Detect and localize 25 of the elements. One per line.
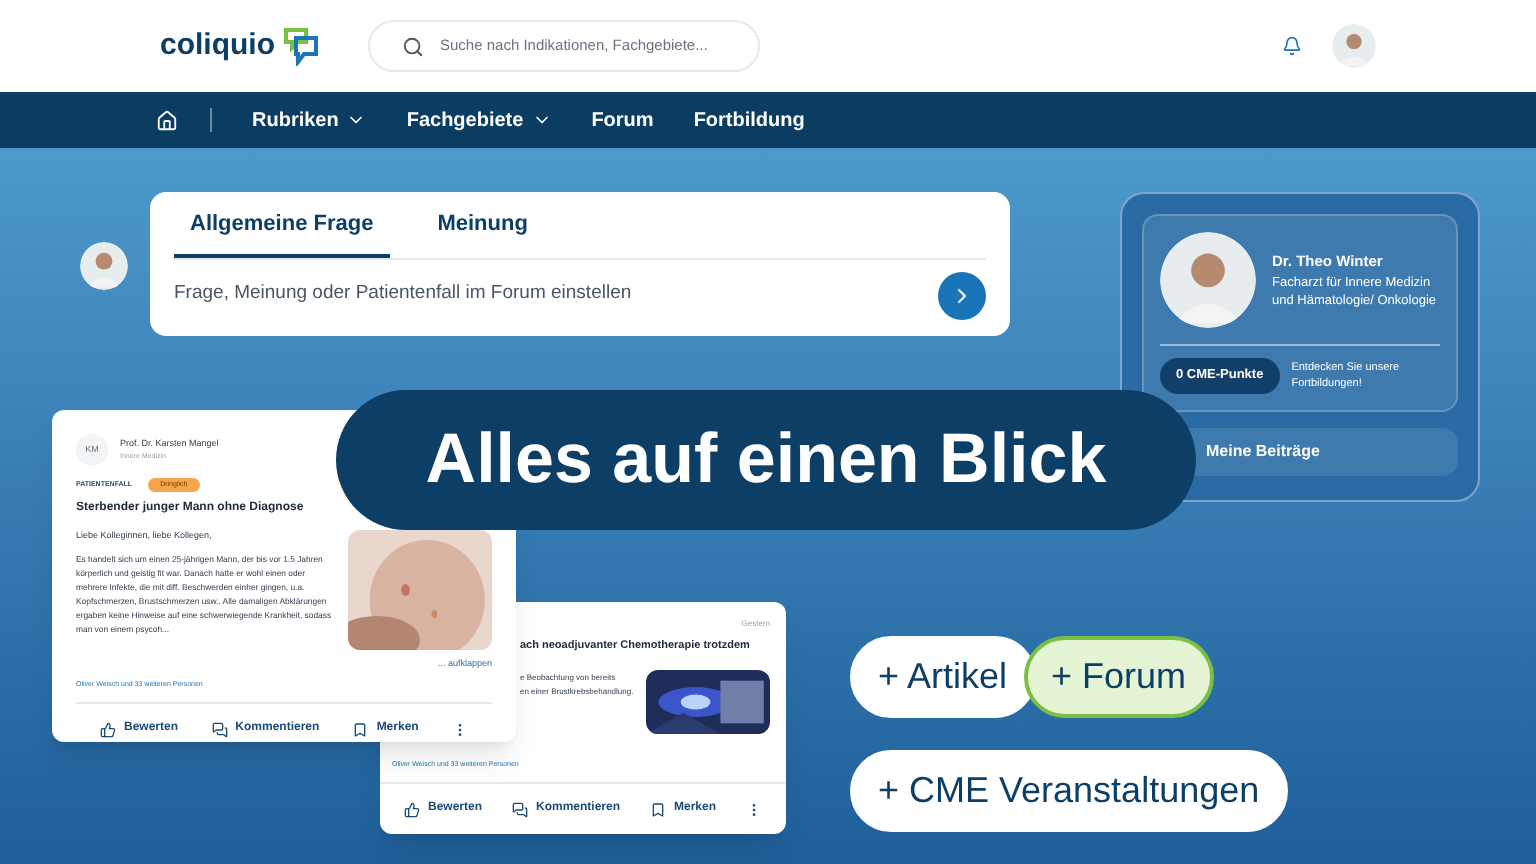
bookmark-icon [352, 721, 369, 738]
submit-button[interactable] [938, 271, 986, 319]
tab[interactable]: Meinung [421, 208, 544, 257]
topic-pill[interactable]: + Forum [1023, 636, 1215, 718]
comments-icon [512, 801, 528, 817]
doctor-avatar [1160, 232, 1256, 328]
nav-item[interactable]: Fortbildung [693, 105, 805, 135]
bookmark-icon [650, 801, 666, 817]
user-avatar [80, 242, 128, 290]
speech-bubble-icon [279, 26, 319, 66]
thumbs-up-icon [404, 801, 420, 817]
comments-icon [211, 721, 228, 738]
notification-bell-icon[interactable] [1282, 36, 1302, 56]
headline: Alles auf einen Blick [425, 417, 1107, 502]
thumbs-up-icon [100, 721, 116, 738]
search-icon [402, 35, 424, 57]
nav-item[interactable]: Fachgebiete [406, 105, 552, 135]
nav-item[interactable]: Forum [591, 105, 654, 135]
question-input[interactable]: Frage, Meinung oder Patientenfall im Forum einstellen [174, 280, 938, 310]
home-icon[interactable] [156, 109, 178, 131]
nav-item[interactable]: Rubriken [252, 105, 367, 135]
user-avatar [1332, 24, 1376, 68]
tab[interactable]: Allgemeine Frage [174, 208, 390, 257]
topic-pill[interactable]: + CME Veranstaltungen [850, 750, 1288, 832]
logo[interactable]: coliquio [160, 23, 275, 69]
